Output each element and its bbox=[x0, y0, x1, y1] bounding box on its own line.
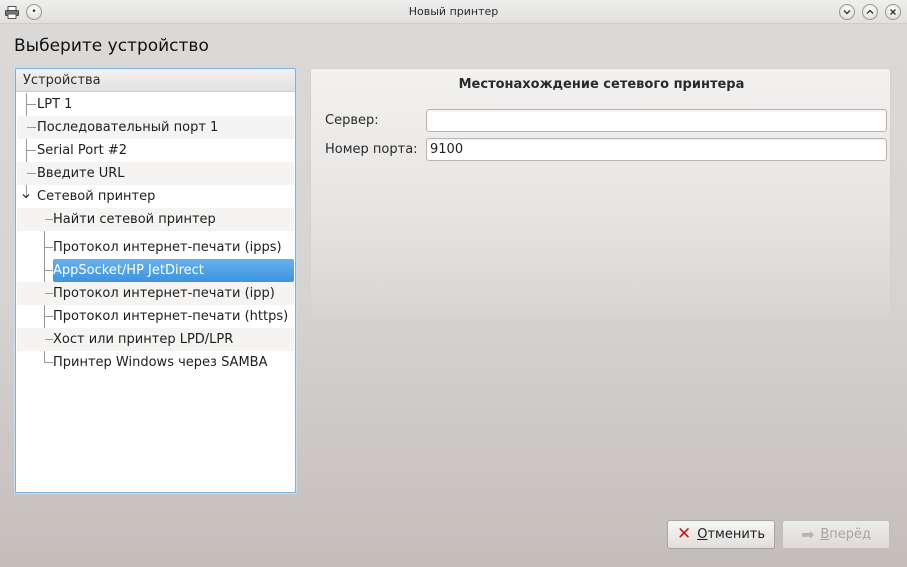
cancel-label-rest: тменить bbox=[707, 527, 766, 542]
forward-mnemonic: В bbox=[820, 527, 830, 542]
port-label: Номер порта: bbox=[325, 142, 418, 157]
port-input[interactable] bbox=[426, 138, 887, 161]
tree-item-enter-url[interactable]: Введите URL bbox=[17, 162, 294, 185]
tree-branch-line bbox=[45, 362, 53, 363]
tree-branch-line bbox=[45, 293, 53, 294]
forward-arrow-icon: ➡ bbox=[800, 524, 815, 544]
page-heading: Выберите устройство bbox=[14, 36, 209, 56]
tree-item-ipps[interactable]: Протокол интернет-печати (ipps) bbox=[17, 236, 294, 259]
tree-branch-line bbox=[45, 219, 53, 220]
forward-button[interactable]: ➡ Вперёд bbox=[782, 520, 890, 549]
tree-item-samba[interactable]: Принтер Windows через SAMBA bbox=[17, 351, 294, 374]
window-titlebar: • Новый принтер bbox=[0, 0, 907, 24]
tree-item-label: Serial Port #2 bbox=[37, 143, 127, 158]
forward-label-rest: перёд bbox=[829, 527, 872, 542]
cancel-button[interactable]: ✕ Отменить bbox=[667, 520, 775, 549]
titlebar-right-controls bbox=[839, 4, 901, 20]
cancel-button-label: Отменить bbox=[697, 527, 765, 542]
tree-item-label: Последовательный порт 1 bbox=[37, 120, 219, 135]
server-input[interactable] bbox=[426, 109, 887, 132]
window-title: Новый принтер bbox=[408, 5, 499, 18]
tree-item-serial-port-1[interactable]: Последовательный порт 1 bbox=[17, 116, 294, 139]
tree-item-label: LPT 1 bbox=[37, 97, 73, 112]
cancel-x-icon: ✕ bbox=[676, 524, 692, 544]
tree-item-label: Хост или принтер LPD/LPR bbox=[53, 332, 234, 347]
tree-item-label: Протокол интернет-печати (ipp) bbox=[53, 286, 275, 301]
forward-button-label: Вперёд bbox=[820, 527, 871, 542]
tree-item-label: Протокол интернет-печати (ipps) bbox=[53, 240, 282, 255]
chevron-down-icon[interactable] bbox=[22, 185, 30, 208]
tree-item-label: Сетевой принтер bbox=[37, 189, 156, 204]
tree-branch-line bbox=[27, 104, 36, 105]
panel-title: Местонахождение сетевого принтера bbox=[458, 77, 745, 92]
close-icon[interactable] bbox=[885, 4, 901, 20]
network-printer-panel: Местонахождение сетевого принтера Сервер… bbox=[310, 68, 891, 320]
tree-branch-line bbox=[44, 270, 52, 271]
tree-branch-line bbox=[45, 247, 53, 248]
tree-column-header[interactable]: Устройства bbox=[16, 69, 295, 92]
tree-item-network-printer[interactable]: Сетевой принтер bbox=[17, 185, 294, 208]
tree-item-https[interactable]: Протокол интернет-печати (https) bbox=[17, 305, 294, 328]
tree-branch-line bbox=[45, 316, 53, 317]
tree-branch-line bbox=[27, 173, 36, 174]
tree-item-lpd[interactable]: Хост или принтер LPD/LPR bbox=[17, 328, 294, 351]
tree-item-find-network-printer[interactable]: Найти сетевой принтер bbox=[17, 208, 294, 231]
tree-item-lpt1[interactable]: LPT 1 bbox=[17, 93, 294, 116]
minimize-icon[interactable] bbox=[839, 4, 855, 20]
maximize-icon[interactable] bbox=[862, 4, 878, 20]
tree-item-label: Найти сетевой принтер bbox=[53, 212, 216, 227]
tree-item-label: AppSocket/HP JetDirect bbox=[53, 263, 204, 278]
tree-item-ipp[interactable]: Протокол интернет-печати (ipp) bbox=[17, 282, 294, 305]
device-tree[interactable]: Устройства LPT 1 Последовательный порт 1… bbox=[15, 68, 296, 493]
tree-item-appsocket[interactable]: AppSocket/HP JetDirect bbox=[53, 259, 294, 282]
cancel-mnemonic: О bbox=[697, 527, 708, 542]
tree-item-label: Протокол интернет-печати (https) bbox=[53, 309, 289, 324]
tree-branch-line bbox=[27, 150, 36, 151]
tree-branch-line bbox=[27, 127, 36, 128]
tree-item-serial-port-2[interactable]: Serial Port #2 bbox=[17, 139, 294, 162]
tree-item-label: Введите URL bbox=[37, 166, 125, 181]
tree-branch-line bbox=[45, 339, 53, 340]
tree-item-label: Принтер Windows через SAMBA bbox=[53, 355, 268, 370]
server-label: Сервер: bbox=[325, 113, 379, 128]
